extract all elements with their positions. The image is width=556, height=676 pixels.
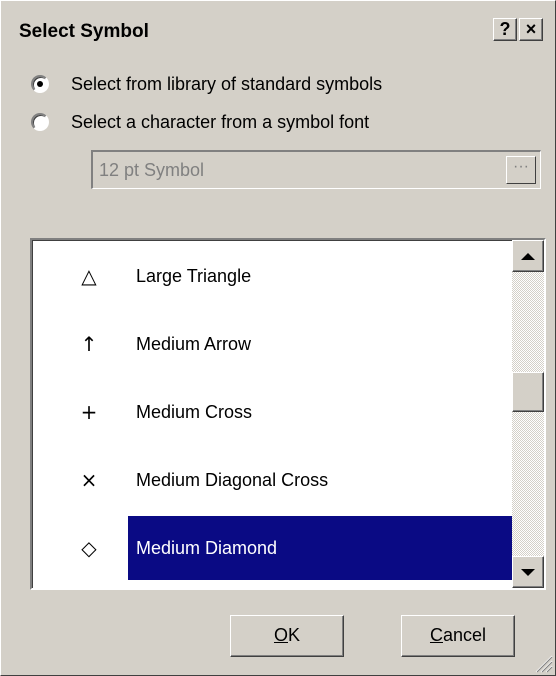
ok-mnemonic: O xyxy=(273,625,288,645)
help-button[interactable]: ? xyxy=(493,18,517,41)
arrow-down-icon xyxy=(521,568,535,576)
list-item[interactable]: × Medium Diagonal Cross xyxy=(32,448,512,512)
radio-symbol-font-label: Select a character from a symbol font xyxy=(71,111,370,132)
list-item-selected[interactable]: ◇ Medium Diamond xyxy=(32,516,513,580)
list-item[interactable]: ↑ Medium Arrow xyxy=(32,312,512,376)
cancel-button[interactable]: Cancel xyxy=(401,615,515,657)
medium-cross-icon: + xyxy=(80,400,98,424)
radio-symbol-font-button[interactable] xyxy=(31,113,49,131)
symbol-font-field: 12 pt Symbol ··· xyxy=(91,150,541,189)
scroll-down-button[interactable] xyxy=(512,556,544,588)
medium-diamond-icon: ◇ xyxy=(81,536,97,560)
symbol-listbox[interactable]: △ Large Triangle ↑ Medium Arrow + Medium… xyxy=(30,238,546,590)
radio-standard-library[interactable]: Select from library of standard symbols xyxy=(31,71,382,97)
scroll-up-button[interactable] xyxy=(512,240,544,272)
medium-diagonal-cross-icon: × xyxy=(80,468,98,492)
radio-symbol-font[interactable]: Select a character from a symbol font xyxy=(31,109,369,135)
cancel-mnemonic: C xyxy=(429,625,443,645)
scroll-thumb[interactable] xyxy=(512,372,544,412)
medium-arrow-icon: ↑ xyxy=(80,332,98,356)
list-item-label: Medium Diagonal Cross xyxy=(136,470,329,490)
list-item-label: Medium Diamond xyxy=(128,516,513,580)
list-item-label: Medium Arrow xyxy=(136,334,252,354)
browse-font-button: ··· xyxy=(506,156,536,184)
list-item-label: Medium Cross xyxy=(136,402,253,422)
ok-button[interactable]: OK xyxy=(230,615,344,657)
resize-grip-icon[interactable] xyxy=(533,653,553,673)
list-item[interactable]: △ Large Triangle xyxy=(32,244,512,308)
vertical-scrollbar[interactable] xyxy=(512,240,544,588)
list-item-label: Large Triangle xyxy=(136,266,252,286)
large-triangle-icon: △ xyxy=(81,264,97,288)
arrow-up-icon xyxy=(521,252,535,260)
list-item[interactable]: + Medium Cross xyxy=(32,380,512,444)
dialog-title: Select Symbol xyxy=(19,21,149,42)
cancel-label-rest: ancel xyxy=(442,625,487,645)
ok-label-rest: K xyxy=(288,625,301,645)
symbol-font-value: 12 pt Symbol xyxy=(99,160,205,180)
radio-standard-library-label: Select from library of standard symbols xyxy=(71,73,383,94)
close-button[interactable]: × xyxy=(519,18,543,41)
select-symbol-dialog: Select Symbol ? × Select from library of… xyxy=(0,0,556,676)
radio-standard-library-button[interactable] xyxy=(31,75,49,93)
